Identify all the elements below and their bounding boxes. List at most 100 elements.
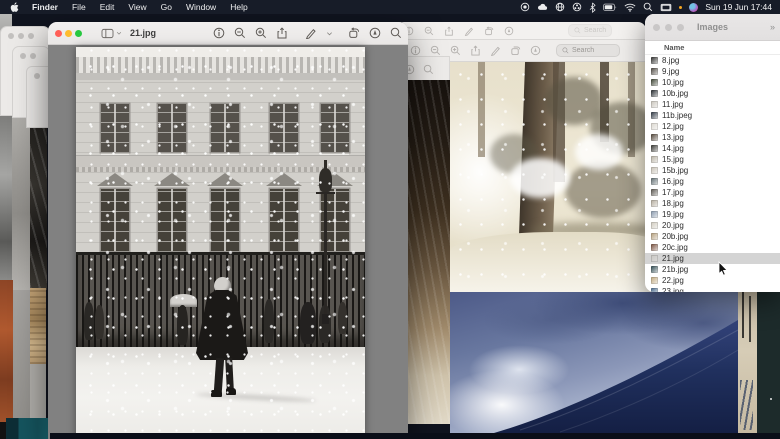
info-icon[interactable] bbox=[213, 27, 225, 39]
file-row[interactable]: 19.jpg bbox=[645, 209, 780, 220]
finder-titlebar[interactable]: Images » bbox=[645, 14, 780, 41]
markup-icon[interactable] bbox=[369, 27, 381, 39]
list-column-header[interactable]: Name bbox=[645, 41, 780, 55]
file-row[interactable]: 13.jpg bbox=[645, 132, 780, 143]
preview-toolbar[interactable]: 21.jpg bbox=[48, 22, 408, 45]
column-header-name[interactable]: Name bbox=[645, 43, 684, 52]
search-icon[interactable] bbox=[390, 27, 402, 39]
photo-21jpg[interactable] bbox=[76, 47, 365, 439]
apple-menu[interactable] bbox=[0, 2, 25, 13]
background-preview-toolbar[interactable]: Search bbox=[396, 22, 646, 40]
walking-person-boot bbox=[226, 388, 236, 395]
file-row[interactable]: 23.jpg bbox=[645, 286, 780, 292]
finder-window[interactable]: Images » Name 8.jpg 9.jpg 10.jpg 10b.jpg… bbox=[645, 14, 780, 292]
search-field[interactable]: Search bbox=[568, 24, 612, 37]
sidebar-toggle[interactable] bbox=[101, 28, 122, 39]
battery-icon[interactable] bbox=[603, 3, 617, 12]
chevron-down-icon bbox=[116, 30, 122, 36]
rotate-left-icon[interactable] bbox=[348, 27, 360, 39]
file-row[interactable]: 11.jpg bbox=[645, 99, 780, 110]
building-window bbox=[321, 104, 349, 152]
file-name: 21.jpg bbox=[662, 254, 684, 263]
minimize-button[interactable] bbox=[65, 30, 72, 37]
background-photo-strip[interactable] bbox=[30, 128, 47, 290]
file-row[interactable]: 11b.jpeg bbox=[645, 110, 780, 121]
background-photo-forest[interactable] bbox=[450, 62, 658, 292]
mouse-cursor bbox=[718, 261, 729, 282]
background-photo-strip[interactable] bbox=[0, 280, 13, 422]
file-name: 16.jpg bbox=[662, 177, 684, 186]
background-window-chrome[interactable] bbox=[26, 66, 50, 128]
background-photo-strip[interactable] bbox=[6, 418, 48, 439]
file-row[interactable]: 17.jpg bbox=[645, 187, 780, 198]
file-name: 20c.jpg bbox=[662, 243, 688, 252]
wifi-icon[interactable] bbox=[624, 3, 636, 12]
menu-item-window[interactable]: Window bbox=[179, 0, 223, 14]
file-thumbnail-icon bbox=[651, 79, 658, 86]
weather-icon[interactable] bbox=[537, 2, 548, 12]
building-parapet bbox=[76, 47, 365, 57]
menu-item-go[interactable]: Go bbox=[154, 0, 179, 14]
menu-item-help[interactable]: Help bbox=[223, 0, 254, 14]
pedestrian bbox=[264, 299, 274, 343]
file-thumbnail-icon bbox=[651, 277, 658, 284]
zoom-out-icon bbox=[430, 45, 441, 56]
zoom-out-icon[interactable] bbox=[234, 27, 246, 39]
screen-record-icon[interactable] bbox=[520, 2, 530, 12]
zoom-button[interactable] bbox=[75, 30, 82, 37]
share-icon[interactable] bbox=[276, 27, 288, 39]
tree-trunk bbox=[519, 62, 559, 237]
file-row[interactable]: 21b.jpg bbox=[645, 264, 780, 275]
file-row[interactable]: 15.jpg bbox=[645, 154, 780, 165]
background-photo-strip[interactable] bbox=[13, 290, 30, 422]
file-row[interactable]: 21.jpg bbox=[645, 253, 780, 264]
file-row[interactable]: 20b.jpg bbox=[645, 231, 780, 242]
siri-icon[interactable] bbox=[689, 3, 698, 12]
file-row[interactable]: 15b.jpg bbox=[645, 165, 780, 176]
tree-trunk bbox=[478, 62, 485, 157]
file-row[interactable]: 10b.jpg bbox=[645, 88, 780, 99]
file-row[interactable]: 10.jpg bbox=[645, 77, 780, 88]
foliage-highlight bbox=[575, 134, 623, 170]
file-name: 15b.jpg bbox=[662, 166, 688, 175]
background-photo-graffiti[interactable] bbox=[738, 292, 757, 439]
file-row[interactable]: 22.jpg bbox=[645, 275, 780, 286]
inactive-traffic-lights bbox=[13, 47, 49, 59]
tree-trunk bbox=[553, 62, 565, 182]
zoom-in-icon[interactable] bbox=[255, 27, 267, 39]
file-row[interactable]: 8.jpg bbox=[645, 55, 780, 66]
file-name: 12.jpg bbox=[662, 122, 684, 131]
background-photo-ocean[interactable] bbox=[450, 292, 738, 433]
file-row[interactable]: 18.jpg bbox=[645, 198, 780, 209]
file-row[interactable]: 20.jpg bbox=[645, 220, 780, 231]
menu-item-finder[interactable]: Finder bbox=[25, 0, 65, 14]
chevron-down-icon[interactable] bbox=[326, 30, 333, 37]
network-icon[interactable] bbox=[555, 2, 565, 12]
background-photo-strip[interactable] bbox=[30, 364, 46, 424]
file-row[interactable]: 12.jpg bbox=[645, 121, 780, 132]
menu-bar-clock[interactable]: Sun 19 Jun 17:44 bbox=[705, 2, 772, 12]
file-thumbnail-icon bbox=[651, 167, 658, 174]
info-icon bbox=[410, 45, 421, 56]
highlight-icon[interactable] bbox=[305, 27, 317, 39]
input-source-icon[interactable] bbox=[660, 3, 672, 12]
game-center-icon[interactable] bbox=[572, 2, 582, 12]
file-thumbnail-icon bbox=[651, 255, 658, 262]
file-row[interactable]: 16.jpg bbox=[645, 176, 780, 187]
building-window bbox=[101, 104, 129, 152]
close-button[interactable] bbox=[55, 30, 62, 37]
spotlight-icon[interactable] bbox=[643, 2, 653, 12]
forest-path bbox=[450, 232, 658, 292]
toolbar-overflow-icon[interactable]: » bbox=[770, 22, 775, 32]
file-name: 22.jpg bbox=[662, 276, 684, 285]
menu-item-file[interactable]: File bbox=[65, 0, 93, 14]
bluetooth-icon[interactable] bbox=[589, 2, 596, 13]
background-photo-strip[interactable] bbox=[30, 288, 46, 364]
file-row[interactable]: 14.jpg bbox=[645, 143, 780, 154]
menu-item-view[interactable]: View bbox=[121, 0, 153, 14]
file-row[interactable]: 9.jpg bbox=[645, 66, 780, 77]
file-row[interactable]: 20c.jpg bbox=[645, 242, 780, 253]
search-field[interactable]: Search bbox=[556, 44, 620, 57]
menu-item-edit[interactable]: Edit bbox=[93, 0, 122, 14]
preview-window[interactable]: 21.jpg bbox=[48, 22, 408, 439]
